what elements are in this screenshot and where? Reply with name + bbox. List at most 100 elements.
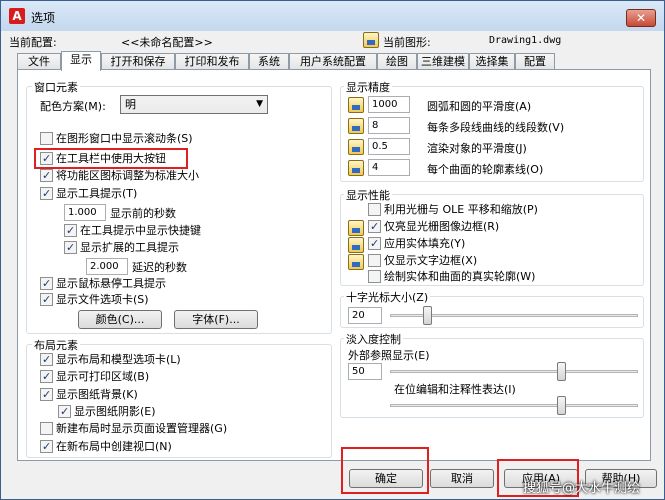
page-setup-manager-checkbox[interactable]: 新建布局时显示页面设置管理器(G) <box>40 422 227 437</box>
checkbox-label: 在图形窗口中显示滚动条(S) <box>56 132 193 145</box>
checkbox-label: 显示扩展的工具提示 <box>80 241 179 254</box>
create-viewport-checkbox[interactable]: 在新布局中创建视口(N) <box>40 440 172 455</box>
contour-lines-label: 每个曲面的轮廓素线(O) <box>427 163 544 176</box>
checkbox-label: 在新布局中创建视口(N) <box>56 440 172 453</box>
watermark-text: 搜狐号@大水牛测绘 <box>523 481 641 496</box>
checkbox-label: 显示文件选项卡(S) <box>56 293 149 306</box>
tab-selection[interactable]: 选择集 <box>469 53 515 70</box>
display-tab-panel: 窗口元素 配色方案(M): 明 ▼ 在图形窗口中显示滚动条(S) 在工具栏中使用… <box>17 69 651 461</box>
show-shortcut-keys-checkbox[interactable]: 在工具提示中显示快捷键 <box>64 224 201 239</box>
tab-profiles[interactable]: 配置 <box>515 53 555 70</box>
polyline-segments-input[interactable]: 8 <box>368 117 410 134</box>
checkbox-label: 仅显示文字边框(X) <box>384 254 478 267</box>
show-tooltips-checkbox[interactable]: 显示工具提示(T) <box>40 187 137 202</box>
checkbox-label: 将功能区图标调整为标准大小 <box>56 169 199 182</box>
close-button[interactable]: ✕ <box>626 9 656 27</box>
checkbox-box <box>40 388 53 401</box>
checkbox-box <box>40 353 53 366</box>
current-drawing-label: 当前图形: <box>383 36 431 49</box>
checkbox-box <box>40 187 53 200</box>
arc-smoothness-input[interactable]: 1000 <box>368 96 410 113</box>
fonts-button[interactable]: 字体(F)... <box>174 310 258 329</box>
xref-display-input[interactable]: 50 <box>348 363 382 380</box>
paper-shadow-checkbox[interactable]: 显示图纸阴影(E) <box>58 405 156 420</box>
drawing-setting-icon <box>348 237 364 253</box>
checkbox-label: 绘制实体和曲面的真实轮廓(W) <box>384 270 536 283</box>
xref-display-label: 外部参照显示(E) <box>348 349 430 362</box>
inplace-edit-slider-thumb[interactable] <box>557 396 567 415</box>
current-drawing-value: Drawing1.dwg <box>489 35 562 46</box>
checkbox-box <box>40 293 53 306</box>
resize-ribbon-icons-checkbox[interactable]: 将功能区图标调整为标准大小 <box>40 169 199 184</box>
window-elements-title: 窗口元素 <box>32 79 80 95</box>
show-extended-tooltips-checkbox[interactable]: 显示扩展的工具提示 <box>64 241 179 256</box>
checkbox-label: 显示工具提示(T) <box>56 187 138 200</box>
color-scheme-label: 配色方案(M): <box>40 100 106 113</box>
checkbox-box <box>368 203 381 216</box>
tab-plot-publish[interactable]: 打印和发布 <box>175 53 249 70</box>
extended-delay-input[interactable]: 2.000 <box>86 258 128 275</box>
checkbox-box <box>368 254 381 267</box>
contour-lines-input[interactable]: 4 <box>368 159 410 176</box>
checkbox-box <box>40 169 53 182</box>
tab-files[interactable]: 文件 <box>17 53 61 70</box>
printable-area-checkbox[interactable]: 显示可打印区域(B) <box>40 370 149 385</box>
drawing-setting-icon <box>348 97 364 113</box>
paper-background-checkbox[interactable]: 显示图纸背景(K) <box>40 388 138 403</box>
crosshair-size-title: 十字光标大小(Z) <box>344 289 431 305</box>
polyline-segments-label: 每条多段线曲线的线段数(V) <box>427 121 565 134</box>
show-file-tabs-checkbox[interactable]: 显示文件选项卡(S) <box>40 293 149 308</box>
show-scrollbars-checkbox[interactable]: 在图形窗口中显示滚动条(S) <box>40 132 193 147</box>
true-silhouettes-checkbox[interactable]: 绘制实体和曲面的真实轮廓(W) <box>368 270 535 285</box>
render-smoothness-label: 渲染对象的平滑度(J) <box>427 142 527 155</box>
tab-display[interactable]: 显示 <box>61 51 101 71</box>
render-smoothness-input[interactable]: 0.5 <box>368 138 410 155</box>
color-scheme-select[interactable]: 明 ▼ <box>120 95 268 114</box>
tab-open-save[interactable]: 打开和保存 <box>101 53 175 70</box>
inplace-edit-slider-track[interactable] <box>390 404 638 407</box>
checkbox-box <box>40 277 53 290</box>
checkbox-label: 显示鼠标悬停工具提示 <box>56 277 166 290</box>
drawing-file-icon <box>363 32 379 48</box>
autocad-logo-icon: A <box>9 8 25 24</box>
checkbox-label: 显示可打印区域(B) <box>56 370 150 383</box>
solid-fill-checkbox[interactable]: 应用实体填充(Y) <box>368 237 465 252</box>
checkbox-box <box>64 224 77 237</box>
tab-system[interactable]: 系统 <box>249 53 289 70</box>
checkbox-box <box>368 237 381 250</box>
drawing-setting-icon <box>348 139 364 155</box>
raster-frame-checkbox[interactable]: 仅亮显光栅图像边框(R) <box>368 220 499 235</box>
crosshair-size-slider-thumb[interactable] <box>423 306 433 325</box>
drawing-setting-icon <box>348 160 364 176</box>
checkbox-box <box>58 405 71 418</box>
xref-display-slider-thumb[interactable] <box>557 362 567 381</box>
colors-button[interactable]: 颜色(C)... <box>78 310 162 329</box>
current-config-label: 当前配置: <box>9 36 57 49</box>
show-rollover-tooltips-checkbox[interactable]: 显示鼠标悬停工具提示 <box>40 277 166 292</box>
layout-elements-title: 布局元素 <box>32 337 80 353</box>
tooltip-delay-input[interactable]: 1.000 <box>64 204 106 221</box>
inplace-edit-label: 在位编辑和注释性表达(I) <box>394 383 516 396</box>
tab-drafting[interactable]: 绘图 <box>377 53 417 70</box>
layout-model-tabs-checkbox[interactable]: 显示布局和模型选项卡(L) <box>40 353 181 368</box>
xref-display-slider-track[interactable] <box>390 370 638 373</box>
checkbox-label: 利用光栅与 OLE 平移和缩放(P) <box>384 203 538 216</box>
display-resolution-title: 显示精度 <box>344 79 392 95</box>
cancel-button[interactable]: 取消 <box>430 469 494 488</box>
raster-ole-checkbox[interactable]: 利用光栅与 OLE 平移和缩放(P) <box>368 203 538 218</box>
crosshair-size-input[interactable]: 20 <box>348 307 382 324</box>
title-bar[interactable]: A 选项 ✕ <box>1 1 664 31</box>
drawing-setting-icon <box>348 220 364 236</box>
tab-3d-modeling[interactable]: 三维建模 <box>417 53 469 70</box>
checkbox-label: 显示布局和模型选项卡(L) <box>56 353 181 366</box>
checkbox-label: 在工具提示中显示快捷键 <box>80 224 201 237</box>
checkbox-box <box>40 370 53 383</box>
checkbox-label: 显示图纸阴影(E) <box>74 405 156 418</box>
text-frame-checkbox[interactable]: 仅显示文字边框(X) <box>368 254 477 269</box>
extended-delay-label: 延迟的秒数 <box>132 261 187 274</box>
chevron-down-icon: ▼ <box>256 99 263 109</box>
tab-user-preferences[interactable]: 用户系统配置 <box>289 53 377 70</box>
checkbox-label: 仅亮显光栅图像边框(R) <box>384 220 500 233</box>
highlight-box-large-buttons <box>34 148 188 169</box>
color-scheme-value: 明 <box>125 98 136 111</box>
